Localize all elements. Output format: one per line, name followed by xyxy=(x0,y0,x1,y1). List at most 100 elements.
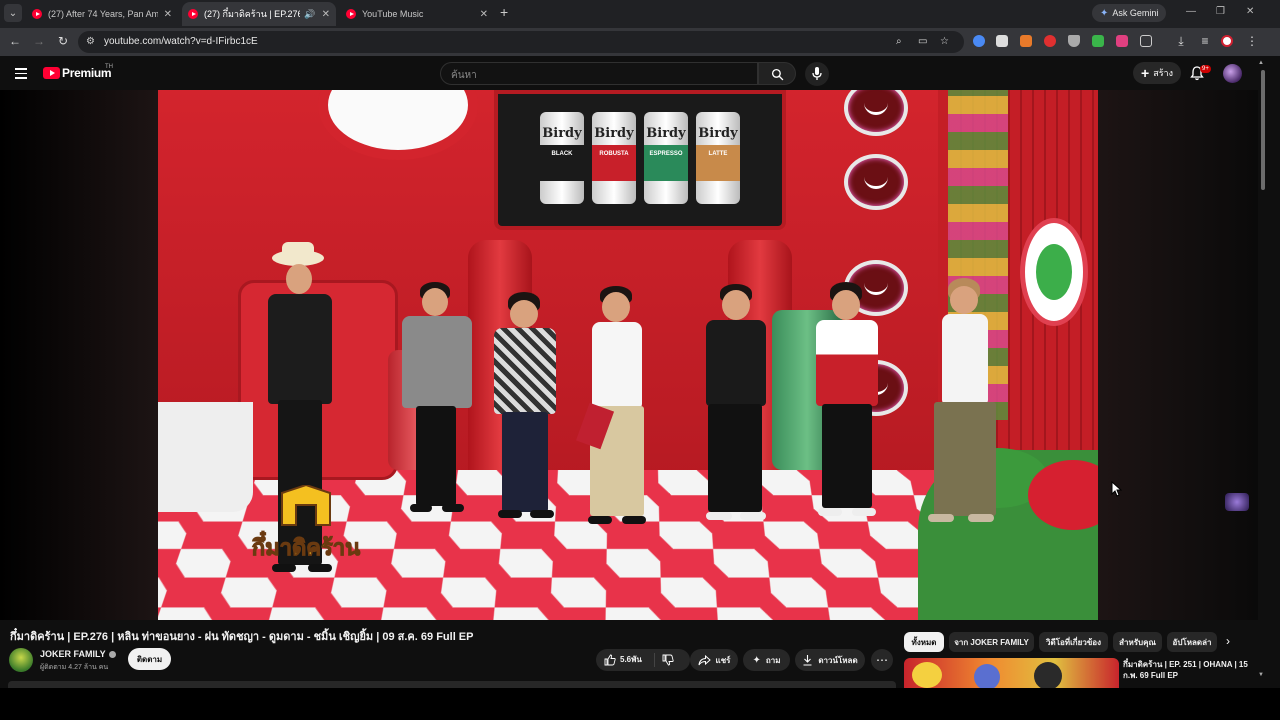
share-button[interactable]: แชร์ xyxy=(690,649,738,671)
gemini-sparkle-icon: ✦ xyxy=(1100,8,1108,19)
chip-related[interactable]: วิดีโอที่เกี่ยวข้อง xyxy=(1039,632,1108,652)
download-button[interactable]: ดาวน์โหลด xyxy=(795,649,865,671)
recommendation-thumbnail[interactable] xyxy=(904,658,1119,688)
youtube-logo-icon[interactable] xyxy=(43,67,60,79)
chip-recently-uploaded[interactable]: อัปโหลดล่า xyxy=(1167,632,1217,652)
browser-tab-3[interactable]: YouTube Music ✕ xyxy=(340,2,494,26)
voice-search-button[interactable] xyxy=(805,62,829,86)
address-bar[interactable]: ⚙ youtube.com/watch?v=d-IFirbc1cE ⌕ ▭ ☆ xyxy=(78,31,964,53)
cast-icon[interactable]: ▭ xyxy=(918,36,927,47)
zoom-icon[interactable]: ⌕ xyxy=(896,36,902,47)
create-label: สร้าง xyxy=(1153,66,1173,80)
youtube-favicon-icon xyxy=(32,9,42,19)
performer-7 xyxy=(918,280,1008,530)
site-info-icon[interactable]: ⚙ xyxy=(86,36,95,47)
url-text[interactable]: youtube.com/watch?v=d-IFirbc1cE xyxy=(104,36,258,47)
restore-window-icon[interactable]: ❐ xyxy=(1216,6,1225,17)
extension-7-icon[interactable] xyxy=(1116,35,1128,47)
extension-1-icon[interactable] xyxy=(973,35,985,47)
can-espresso: Birdy ESPRESSO xyxy=(644,112,688,204)
search-input[interactable]: ค้นหา xyxy=(440,62,758,85)
plus-icon: + xyxy=(1141,65,1149,81)
extension-2-icon[interactable] xyxy=(996,35,1008,47)
can-robusta: Birdy ROBUSTA xyxy=(592,112,636,204)
dislike-button[interactable] xyxy=(662,653,674,671)
performer-4 xyxy=(578,290,658,530)
more-actions-button[interactable]: ⋯ xyxy=(871,649,893,671)
browser-toolbar: ← → ↻ ⚙ youtube.com/watch?v=d-IFirbc1cE … xyxy=(0,28,1280,56)
show-logo-text: กึ๋มาดิคร้าน xyxy=(252,531,360,561)
video-frame[interactable]: Birdy BLACK Birdy ROBUSTA Birdy ESPRESSO… xyxy=(158,90,1098,620)
new-tab-button[interactable]: + xyxy=(500,4,508,20)
verified-check-icon xyxy=(109,651,116,658)
country-code: TH xyxy=(105,64,113,70)
tab-title: YouTube Music xyxy=(362,9,474,19)
scroll-up-icon[interactable]: ▲ xyxy=(1258,60,1264,66)
share-arrow-icon xyxy=(698,655,711,666)
search-button[interactable] xyxy=(758,62,796,85)
reload-icon[interactable]: ↻ xyxy=(55,34,71,48)
chrome-menu-icon[interactable]: ⋮ xyxy=(1244,34,1260,48)
performer-2 xyxy=(392,286,482,526)
close-tab-icon[interactable]: ✕ xyxy=(322,9,330,20)
back-icon[interactable]: ← xyxy=(7,34,23,48)
channel-name[interactable]: JOKER FAMILY xyxy=(40,649,116,659)
premium-wordmark[interactable]: Premium xyxy=(62,66,111,80)
guide-menu-icon[interactable] xyxy=(15,68,27,78)
chip-from-channel[interactable]: จาก JOKER FAMILY xyxy=(949,632,1034,652)
ask-button[interactable]: ✦ ถาม xyxy=(743,649,790,671)
chip-all[interactable]: ทั้งหมด xyxy=(904,632,944,652)
microphone-icon xyxy=(812,67,822,81)
youtube-music-favicon-icon xyxy=(346,9,356,19)
notification-count-badge: 9+ xyxy=(1200,65,1211,73)
like-dislike-group: 5.6พัน xyxy=(596,649,690,671)
video-player[interactable]: Birdy BLACK Birdy ROBUSTA Birdy ESPRESSO… xyxy=(0,90,1258,620)
profile-avatar-icon[interactable] xyxy=(1221,35,1233,47)
show-logo: กึ๋มาดิคร้าน xyxy=(236,485,376,565)
recommendation-title[interactable]: กึ๋มาดิคร้าน | EP. 251 | OHANA | 15 ก.พ.… xyxy=(1123,659,1251,681)
ask-gemini-button[interactable]: ✦ Ask Gemini xyxy=(1092,4,1166,22)
extensions-puzzle-icon[interactable] xyxy=(1140,35,1152,47)
chevron-right-icon[interactable]: › xyxy=(1226,634,1230,648)
extension-6-icon[interactable] xyxy=(1092,35,1104,47)
search-placeholder: ค้นหา xyxy=(451,68,477,83)
create-button[interactable]: + สร้าง xyxy=(1133,62,1181,84)
forward-icon[interactable]: → xyxy=(31,34,47,48)
browser-tab-1[interactable]: (27) After 74 Years, Pan Am Wa ✕ xyxy=(26,2,178,26)
tab-search-button[interactable]: ⌄ xyxy=(4,4,22,22)
thumbs-up-icon xyxy=(604,654,616,666)
channel-watermark[interactable] xyxy=(1225,493,1249,511)
neon-ring-icon xyxy=(844,154,908,210)
scrollbar-thumb[interactable] xyxy=(1261,70,1265,190)
reading-mode-icon[interactable]: ≡ xyxy=(1197,34,1213,48)
close-tab-icon[interactable]: ✕ xyxy=(164,9,172,20)
performer-5 xyxy=(698,288,778,528)
minimize-window-icon[interactable]: — xyxy=(1186,6,1196,17)
extension-3-icon[interactable] xyxy=(1020,35,1032,47)
scroll-down-icon[interactable]: ▼ xyxy=(1258,672,1264,678)
close-window-icon[interactable]: ✕ xyxy=(1246,6,1254,17)
channel-avatar[interactable] xyxy=(9,648,33,672)
taskbar-area xyxy=(0,688,1280,720)
can-black: Birdy BLACK xyxy=(540,112,584,204)
subscriber-count: ผู้ติดตาม 4.27 ล้าน คน xyxy=(40,662,108,673)
shield-extension-icon[interactable] xyxy=(1068,35,1080,47)
download-icon[interactable]: ⤓ xyxy=(1173,34,1189,49)
bookmark-star-icon[interactable]: ☆ xyxy=(940,36,949,47)
account-avatar[interactable] xyxy=(1223,64,1242,83)
ambient-left xyxy=(0,90,158,620)
browser-tab-strip: ⌄ (27) After 74 Years, Pan Am Wa ✕ (27) … xyxy=(0,0,1280,28)
subscribe-button[interactable]: ติดตาม xyxy=(128,648,171,670)
page-scrollbar[interactable]: ▲ ▼ xyxy=(1258,56,1280,688)
extension-4-icon[interactable] xyxy=(1044,35,1056,47)
tab-title: (27) กึ๋มาดิคร้าน | EP.276 | หลิ xyxy=(204,7,300,21)
audio-playing-icon[interactable]: 🔊 xyxy=(304,9,315,20)
download-label: ดาวน์โหลด xyxy=(818,654,857,667)
close-tab-icon[interactable]: ✕ xyxy=(480,9,488,20)
chip-for-you[interactable]: สำหรับคุณ xyxy=(1113,632,1162,652)
like-button[interactable]: 5.6พัน xyxy=(604,653,642,666)
can-latte: Birdy LATTE xyxy=(696,112,740,204)
ask-gemini-label: Ask Gemini xyxy=(1112,8,1158,18)
browser-tab-2[interactable]: (27) กึ๋มาดิคร้าน | EP.276 | หลิ 🔊 ✕ xyxy=(182,2,336,26)
tab-title: (27) After 74 Years, Pan Am Wa xyxy=(48,9,158,19)
